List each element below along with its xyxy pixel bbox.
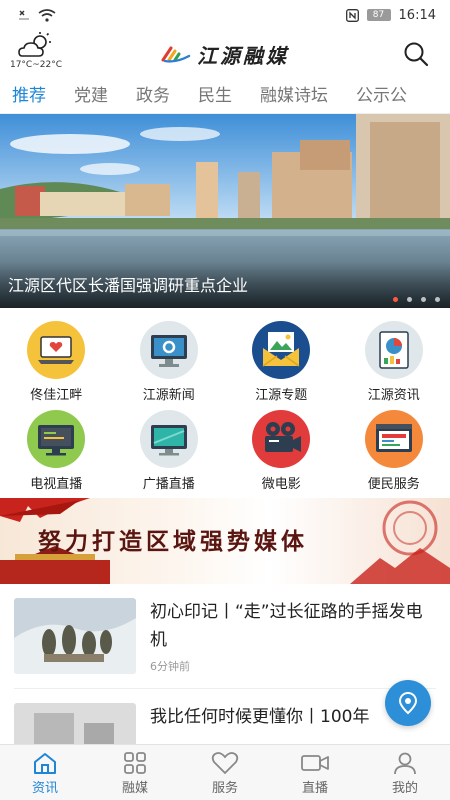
slogan-banner[interactable]: 努力打造区域强势媒体: [0, 498, 450, 584]
tab-party-building[interactable]: 党建: [74, 78, 108, 113]
heart-icon: [211, 752, 239, 775]
grid-item-public-services[interactable]: 便民服务: [338, 409, 450, 492]
headline-banner[interactable]: 江源区代区长潘国强调研重点企业: [0, 114, 450, 308]
grid-label: 微电影: [261, 477, 301, 492]
app-logo: 江源融媒: [161, 40, 289, 69]
carousel-dot[interactable]: [393, 297, 398, 302]
grid-label: 广播直播: [142, 477, 195, 492]
nav-item-media[interactable]: 融媒: [90, 745, 180, 800]
grid-item-micro-film[interactable]: 微电影: [225, 409, 338, 492]
slogan-text: 努力打造区域强势媒体: [38, 529, 308, 555]
logo-text: 江源融媒: [197, 43, 289, 68]
grid-label: 江源专题: [255, 388, 308, 403]
carousel-dot[interactable]: [435, 297, 440, 302]
nav-label: 资讯: [31, 781, 58, 796]
logo-mark-icon: [161, 46, 191, 63]
nav-item-news[interactable]: 资讯: [0, 745, 90, 800]
film-camera-icon: [252, 410, 311, 468]
app-screen: 87 16:14 17°C~22°C 江源融媒 推荐 党建 政务 民生 融媒诗坛…: [0, 0, 450, 800]
clock: 16:14: [398, 7, 436, 23]
status-right: 87 16:14: [345, 7, 436, 23]
grid-icon: [124, 752, 146, 774]
battery-indicator: 87: [366, 9, 391, 21]
nav-item-profile[interactable]: 我的: [360, 745, 450, 800]
picture-envelope-icon: [252, 321, 311, 379]
tab-announcements[interactable]: 公示公: [356, 78, 407, 113]
grid-item-jiangyuan-topics[interactable]: 江源专题: [225, 320, 338, 403]
grid-item-tv-live[interactable]: 电视直播: [0, 409, 113, 492]
weather-widget[interactable]: 17°C~22°C: [8, 32, 64, 70]
grid-item-jiangyuan-info[interactable]: 江源资讯: [338, 320, 450, 403]
tab-government[interactable]: 政务: [136, 78, 170, 113]
grid-label: 江源新闻: [142, 388, 195, 403]
nav-label: 直播: [301, 781, 328, 796]
signal-icon: [19, 10, 29, 20]
grid-label: 佟佳江畔: [30, 388, 83, 403]
user-icon: [394, 752, 416, 775]
status-bar: 87 16:14: [0, 0, 450, 30]
tab-recommend[interactable]: 推荐: [12, 78, 46, 113]
bottom-navigation: 资讯 融媒 服务 直播 我的: [0, 744, 450, 800]
nav-item-live[interactable]: 直播: [270, 745, 360, 800]
news-item[interactable]: 初心印记丨“走”过长征路的手摇发电机 6分钟前: [14, 584, 436, 689]
weather-temp: 17°C~22°C: [9, 60, 62, 70]
grid-label: 江源资讯: [367, 388, 420, 403]
tab-livelihood[interactable]: 民生: [198, 78, 232, 113]
nav-label: 我的: [391, 781, 418, 796]
location-float-button[interactable]: [385, 680, 431, 726]
news-thumbnail: [14, 598, 136, 674]
grid-item-jiangyuan-news[interactable]: 江源新闻: [113, 320, 226, 403]
cloud-sun-icon: [18, 32, 51, 57]
report-chart-icon: [364, 321, 423, 379]
search-icon: [404, 42, 429, 67]
video-camera-icon: [301, 755, 329, 771]
carousel-dot[interactable]: [407, 297, 412, 302]
map-pin-icon: [398, 691, 418, 715]
app-header: 17°C~22°C 江源融媒: [0, 30, 450, 78]
wifi-icon: [38, 8, 56, 22]
banner-title: 江源区代区长潘国强调研重点企业: [8, 276, 249, 295]
tab-poetry[interactable]: 融媒诗坛: [260, 78, 328, 113]
news-body: 初心印记丨“走”过长征路的手摇发电机 6分钟前: [150, 598, 436, 674]
search-button[interactable]: [402, 40, 430, 68]
radio-screen-icon: [139, 410, 198, 468]
news-time: 6分钟前: [150, 660, 190, 673]
category-tabs: 推荐 党建 政务 民生 融媒诗坛 公示公: [0, 78, 450, 114]
grid-label: 便民服务: [367, 477, 420, 492]
grid-item-tongjia-riverside[interactable]: 佟佳江畔: [0, 320, 113, 403]
grid-item-radio-live[interactable]: 广播直播: [113, 409, 226, 492]
grid-label: 电视直播: [30, 477, 83, 492]
laptop-heart-icon: [27, 321, 86, 379]
nav-label: 融媒: [121, 781, 148, 796]
carousel-dot[interactable]: [421, 297, 426, 302]
nfc-icon: [345, 8, 359, 22]
carousel-dots: [393, 297, 440, 302]
nav-item-services[interactable]: 服务: [180, 745, 270, 800]
nav-label: 服务: [211, 781, 238, 796]
monitor-gear-icon: [139, 321, 198, 379]
status-left: [18, 8, 56, 22]
home-icon: [34, 753, 56, 774]
feature-grid: 佟佳江畔 江源新闻 江源专题 江源资讯 电视直播 广播直播 微电影 便民服务: [0, 308, 450, 498]
tv-icon: [27, 410, 86, 468]
service-window-icon: [364, 410, 423, 468]
news-title: 初心印记丨“走”过长征路的手摇发电机: [150, 602, 423, 650]
